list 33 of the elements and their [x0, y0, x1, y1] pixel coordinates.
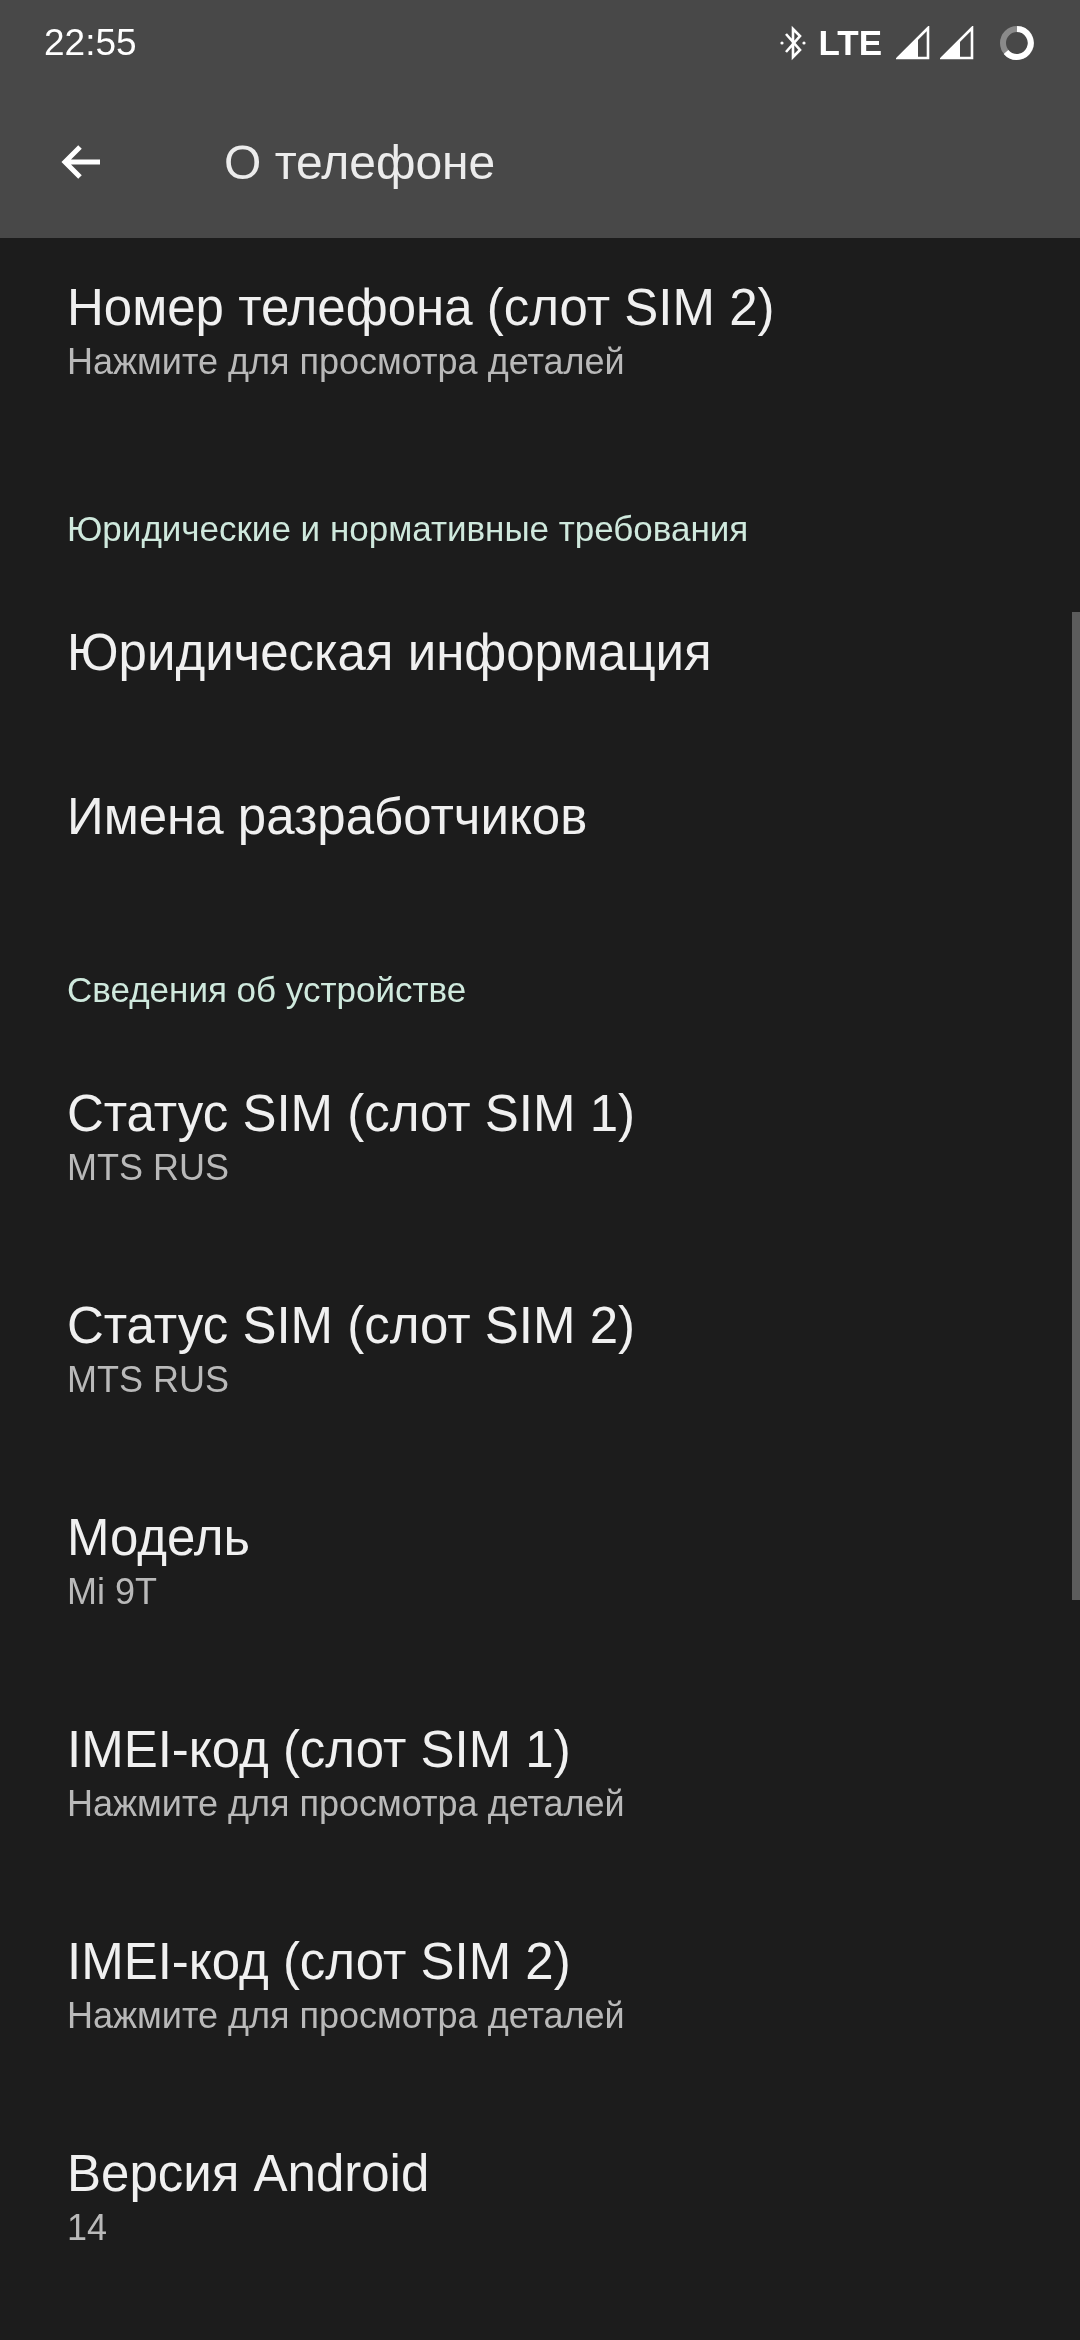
clock: 22:55 — [44, 22, 137, 64]
item-title: IMEI-код (слот SIM 1) — [67, 1720, 572, 1780]
item-title: Версия Android — [67, 2144, 431, 2204]
signal-icon — [896, 26, 930, 60]
item-summary: Mi 9T — [67, 1570, 158, 1614]
signal-icon — [940, 26, 974, 60]
item-title: Модель — [67, 1508, 252, 1568]
item-summary: MTS RUS — [67, 1358, 230, 1402]
item-title: Юридическая информация — [67, 623, 713, 683]
settings-item[interactable]: IMEI-код (слот SIM 2) Нажмите для просмотра деталей — [0, 1880, 1068, 2092]
settings-item[interactable]: Номер телефона (слот SIM 2) Нажмите для просмотра деталей — [0, 238, 1068, 438]
item-summary: Нажмите для просмотра деталей — [67, 1994, 626, 2038]
battery-icon — [998, 24, 1036, 62]
item-summary: MTS RUS — [67, 1146, 230, 1190]
item-title: Статус SIM (слот SIM 2) — [67, 1296, 636, 1356]
settings-item[interactable]: Юридическая информация — [0, 571, 1068, 735]
settings-item[interactable]: Имена разработчиков — [0, 735, 1068, 899]
item-title: Статус SIM (слот SIM 1) — [67, 1084, 636, 1144]
item-title: IMEI-код (слот SIM 2) — [67, 1932, 572, 1992]
settings-item[interactable]: Модель Mi 9T — [0, 1456, 1068, 1668]
settings-item[interactable]: IMEI-код (слот SIM 1) Нажмите для просмотра деталей — [0, 1668, 1068, 1880]
settings-item[interactable]: Версия Android 14 — [0, 2092, 1068, 2304]
section-header: Юридические и нормативные требования — [66, 508, 750, 550]
item-summary: Нажмите для просмотра деталей — [67, 1782, 626, 1826]
section-header: Сведения об устройстве — [66, 969, 468, 1011]
item-title: Номер телефона (слот SIM 2) — [67, 278, 776, 338]
settings-item[interactable]: Статус SIM (слот SIM 1) MTS RUS — [0, 1032, 1068, 1244]
item-summary: 14 — [67, 2206, 109, 2250]
screen-title: О телефоне — [224, 134, 496, 190]
item-title: Имена разработчиков — [67, 787, 589, 847]
network-type: LTE — [818, 23, 882, 63]
item-summary: Нажмите для просмотра деталей — [67, 340, 626, 384]
settings-item[interactable]: Статус SIM (слот SIM 2) MTS RUS — [0, 1244, 1068, 1456]
